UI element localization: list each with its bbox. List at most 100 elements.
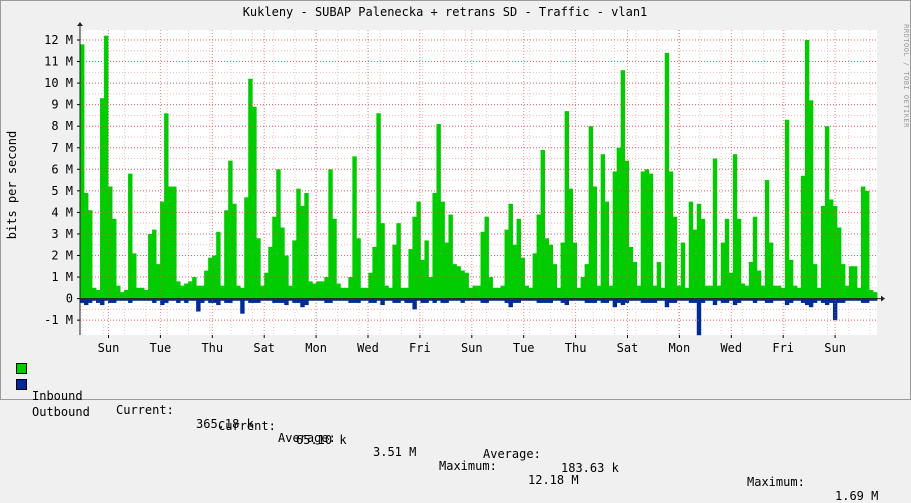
inbound-bar bbox=[424, 240, 429, 299]
inbound-bar bbox=[516, 218, 521, 299]
inbound-bar bbox=[180, 285, 185, 299]
inbound-bar bbox=[680, 242, 686, 299]
inbound-bar bbox=[716, 285, 722, 299]
outbound-bar bbox=[224, 298, 229, 303]
inbound-bar bbox=[304, 193, 309, 299]
inbound-bar bbox=[624, 160, 630, 299]
y-tick-label: 8 M bbox=[51, 119, 73, 133]
outbound-bar bbox=[160, 298, 165, 306]
outbound-bar bbox=[664, 298, 670, 308]
inbound-bar bbox=[736, 218, 742, 299]
y-tick-label: 10 M bbox=[44, 76, 73, 90]
inbound-bar bbox=[104, 35, 109, 299]
inbound-bar bbox=[472, 285, 477, 299]
x-tick-label: Sun bbox=[461, 341, 483, 355]
outbound-bar bbox=[88, 298, 93, 303]
inbound-bar bbox=[124, 289, 129, 299]
inbound-bar bbox=[504, 229, 509, 299]
inbound-bar bbox=[684, 287, 690, 299]
inbound-bar bbox=[628, 246, 634, 299]
outbound-bar bbox=[292, 298, 297, 303]
outbound-bar bbox=[808, 298, 814, 308]
inbound-bar bbox=[92, 287, 97, 299]
inbound-bar bbox=[852, 266, 858, 299]
inbound-bar bbox=[636, 285, 642, 299]
inbound-bar bbox=[748, 261, 754, 299]
outbound-bar bbox=[80, 298, 85, 303]
outbound-bar bbox=[368, 298, 373, 303]
outbound-bar bbox=[788, 298, 794, 303]
inbound-bar bbox=[704, 285, 710, 299]
inbound-bar bbox=[668, 171, 674, 299]
outbound-bar bbox=[212, 298, 217, 303]
inbound-bar bbox=[560, 242, 566, 299]
inbound-average-value: 3.51 M bbox=[373, 445, 417, 459]
outbound-bar bbox=[544, 298, 549, 303]
outbound-bar bbox=[324, 298, 329, 303]
outbound-bar bbox=[284, 298, 289, 306]
inbound-bar bbox=[368, 272, 373, 299]
outbound-bar bbox=[692, 298, 698, 303]
outbound-maximum-label: Maximum: bbox=[747, 475, 805, 489]
x-tick-label: Wed bbox=[720, 341, 742, 355]
inbound-bar bbox=[388, 287, 393, 299]
inbound-bar bbox=[108, 186, 113, 299]
inbound-bar bbox=[800, 175, 806, 299]
inbound-bar bbox=[812, 264, 818, 299]
inbound-bar bbox=[200, 285, 205, 299]
outbound-bar bbox=[304, 298, 309, 306]
outbound-bar bbox=[240, 298, 245, 314]
outbound-bar bbox=[248, 298, 253, 303]
inbound-bar bbox=[544, 238, 549, 299]
outbound-bar bbox=[604, 298, 610, 303]
inbound-bar bbox=[244, 197, 249, 299]
inbound-bar bbox=[168, 186, 173, 299]
inbound-current-label: Current: bbox=[116, 403, 174, 417]
inbound-bar bbox=[384, 285, 389, 299]
inbound-bar bbox=[376, 113, 381, 299]
outbound-bar bbox=[380, 298, 385, 306]
inbound-swatch bbox=[16, 363, 27, 374]
outbound-bar bbox=[840, 298, 846, 303]
inbound-bar bbox=[536, 214, 541, 299]
inbound-bar bbox=[548, 244, 553, 299]
outbound-swatch bbox=[16, 379, 27, 390]
inbound-bar bbox=[672, 216, 678, 299]
inbound-bar bbox=[256, 238, 261, 299]
inbound-bar bbox=[540, 149, 545, 299]
outbound-bar bbox=[348, 298, 353, 303]
inbound-bar bbox=[756, 270, 762, 299]
x-tick-label: Sat bbox=[617, 341, 639, 355]
outbound-bar bbox=[548, 298, 553, 303]
inbound-bar bbox=[400, 287, 405, 299]
inbound-bar bbox=[708, 285, 714, 299]
inbound-bar bbox=[732, 154, 738, 299]
inbound-bar bbox=[332, 218, 337, 299]
inbound-bar bbox=[428, 277, 433, 299]
inbound-bar bbox=[80, 44, 85, 299]
outbound-bar bbox=[432, 298, 437, 303]
inbound-bar bbox=[292, 240, 297, 299]
inbound-bar bbox=[868, 289, 874, 299]
outbound-bar bbox=[420, 298, 425, 303]
y-axis-arrow bbox=[77, 22, 83, 26]
inbound-bar bbox=[460, 270, 465, 299]
inbound-bar bbox=[484, 216, 489, 299]
inbound-bar bbox=[808, 100, 814, 299]
outbound-bar bbox=[644, 298, 650, 303]
inbound-bar bbox=[152, 229, 157, 299]
inbound-bar bbox=[532, 253, 537, 299]
outbound-current-value: 65.10 k bbox=[296, 433, 347, 447]
x-tick-label: Fri bbox=[772, 341, 794, 355]
inbound-bar bbox=[520, 257, 525, 299]
y-tick-label: 12 M bbox=[44, 33, 73, 47]
outbound-bar bbox=[724, 298, 730, 303]
inbound-bar bbox=[220, 285, 225, 299]
outbound-bar bbox=[164, 298, 169, 303]
outbound-current-label: Current: bbox=[218, 419, 276, 433]
inbound-bar bbox=[348, 277, 353, 299]
outbound-bar bbox=[612, 298, 618, 308]
outbound-bar bbox=[84, 298, 89, 306]
x-tick-label: Sun bbox=[98, 341, 120, 355]
inbound-bar bbox=[228, 160, 233, 299]
